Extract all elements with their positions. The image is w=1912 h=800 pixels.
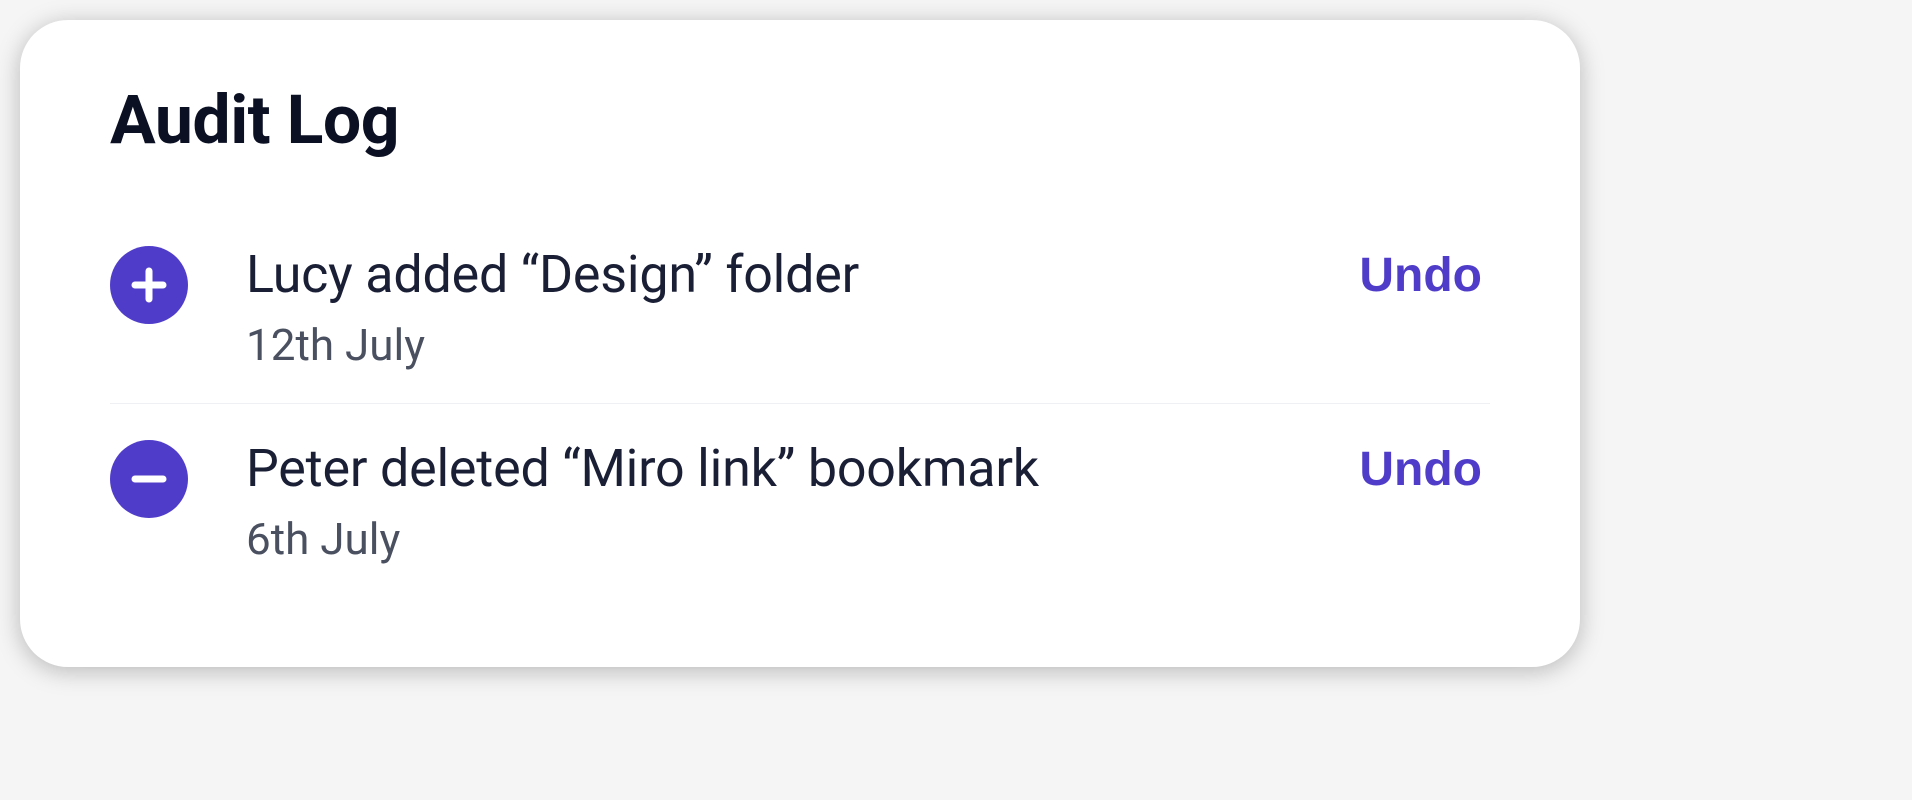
audit-log-entry-date: 6th July <box>246 513 1311 565</box>
plus-icon <box>110 246 188 324</box>
audit-log-entry-description: Peter deleted “Miro link” bookmark <box>246 436 1311 501</box>
audit-log-title: Audit Log <box>110 80 1490 160</box>
audit-log-entry: Peter deleted “Miro link” bookmark 6th J… <box>110 403 1490 597</box>
audit-log-entry-body: Lucy added “Design” folder 12th July <box>246 242 1311 371</box>
audit-log-entry-date: 12th July <box>246 319 1311 371</box>
minus-icon <box>110 440 188 518</box>
audit-log-entry-description: Lucy added “Design” folder <box>246 242 1311 307</box>
audit-log-card: Audit Log Lucy added “Design” folder 12t… <box>20 20 1580 667</box>
undo-button[interactable]: Undo <box>1351 248 1490 303</box>
undo-button[interactable]: Undo <box>1351 442 1490 497</box>
audit-log-entry: Lucy added “Design” folder 12th July Und… <box>110 210 1490 403</box>
audit-log-entry-body: Peter deleted “Miro link” bookmark 6th J… <box>246 436 1311 565</box>
